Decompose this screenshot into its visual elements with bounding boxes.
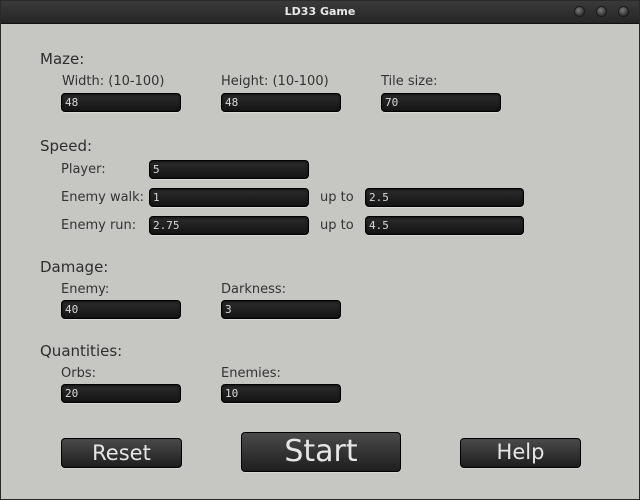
enemy-damage-input[interactable]: 40 [61, 300, 181, 319]
close-button[interactable] [618, 6, 629, 17]
tile-size-label: Tile size: [381, 74, 438, 89]
damage-heading: Damage: [40, 258, 109, 276]
enemy-walk-label: Enemy walk: [61, 190, 145, 205]
title-bar[interactable]: LD33 Game [1, 1, 639, 24]
tile-size-input[interactable]: 70 [381, 93, 501, 112]
player-speed-input[interactable]: 5 [149, 160, 309, 179]
maze-height-input[interactable]: 48 [221, 93, 341, 112]
app-window: LD33 Game Maze: Width: (10-100) 48 Heigh… [0, 0, 640, 500]
enemy-walk-min-input[interactable]: 1 [149, 188, 309, 207]
player-speed-label: Player: [61, 162, 106, 177]
enemy-damage-label: Enemy: [61, 282, 110, 297]
enemy-walk-max-input[interactable]: 2.5 [365, 188, 524, 207]
speed-heading: Speed: [40, 137, 93, 155]
darkness-damage-input[interactable]: 3 [221, 300, 341, 319]
enemies-count-input[interactable]: 10 [221, 384, 341, 403]
window-title: LD33 Game [284, 5, 356, 18]
enemies-count-label: Enemies: [221, 366, 281, 381]
maze-height-label: Height: (10-100) [221, 74, 329, 89]
minimize-button[interactable] [574, 6, 585, 17]
enemy-run-label: Enemy run: [61, 218, 137, 233]
enemy-run-upto-label: up to [320, 218, 354, 233]
maximize-button[interactable] [596, 6, 607, 17]
quantities-heading: Quantities: [40, 342, 123, 360]
enemy-walk-upto-label: up to [320, 190, 354, 205]
darkness-damage-label: Darkness: [221, 282, 287, 297]
orbs-input[interactable]: 20 [61, 384, 181, 403]
reset-button[interactable]: Reset [61, 438, 182, 468]
maze-heading: Maze: [40, 50, 85, 68]
orbs-label: Orbs: [61, 366, 96, 381]
start-button[interactable]: Start [241, 432, 401, 472]
help-button[interactable]: Help [460, 438, 581, 468]
enemy-run-min-input[interactable]: 2.75 [149, 216, 309, 235]
maze-width-label: Width: (10-100) [62, 74, 165, 89]
maze-width-input[interactable]: 48 [61, 93, 181, 112]
enemy-run-max-input[interactable]: 4.5 [365, 216, 524, 235]
